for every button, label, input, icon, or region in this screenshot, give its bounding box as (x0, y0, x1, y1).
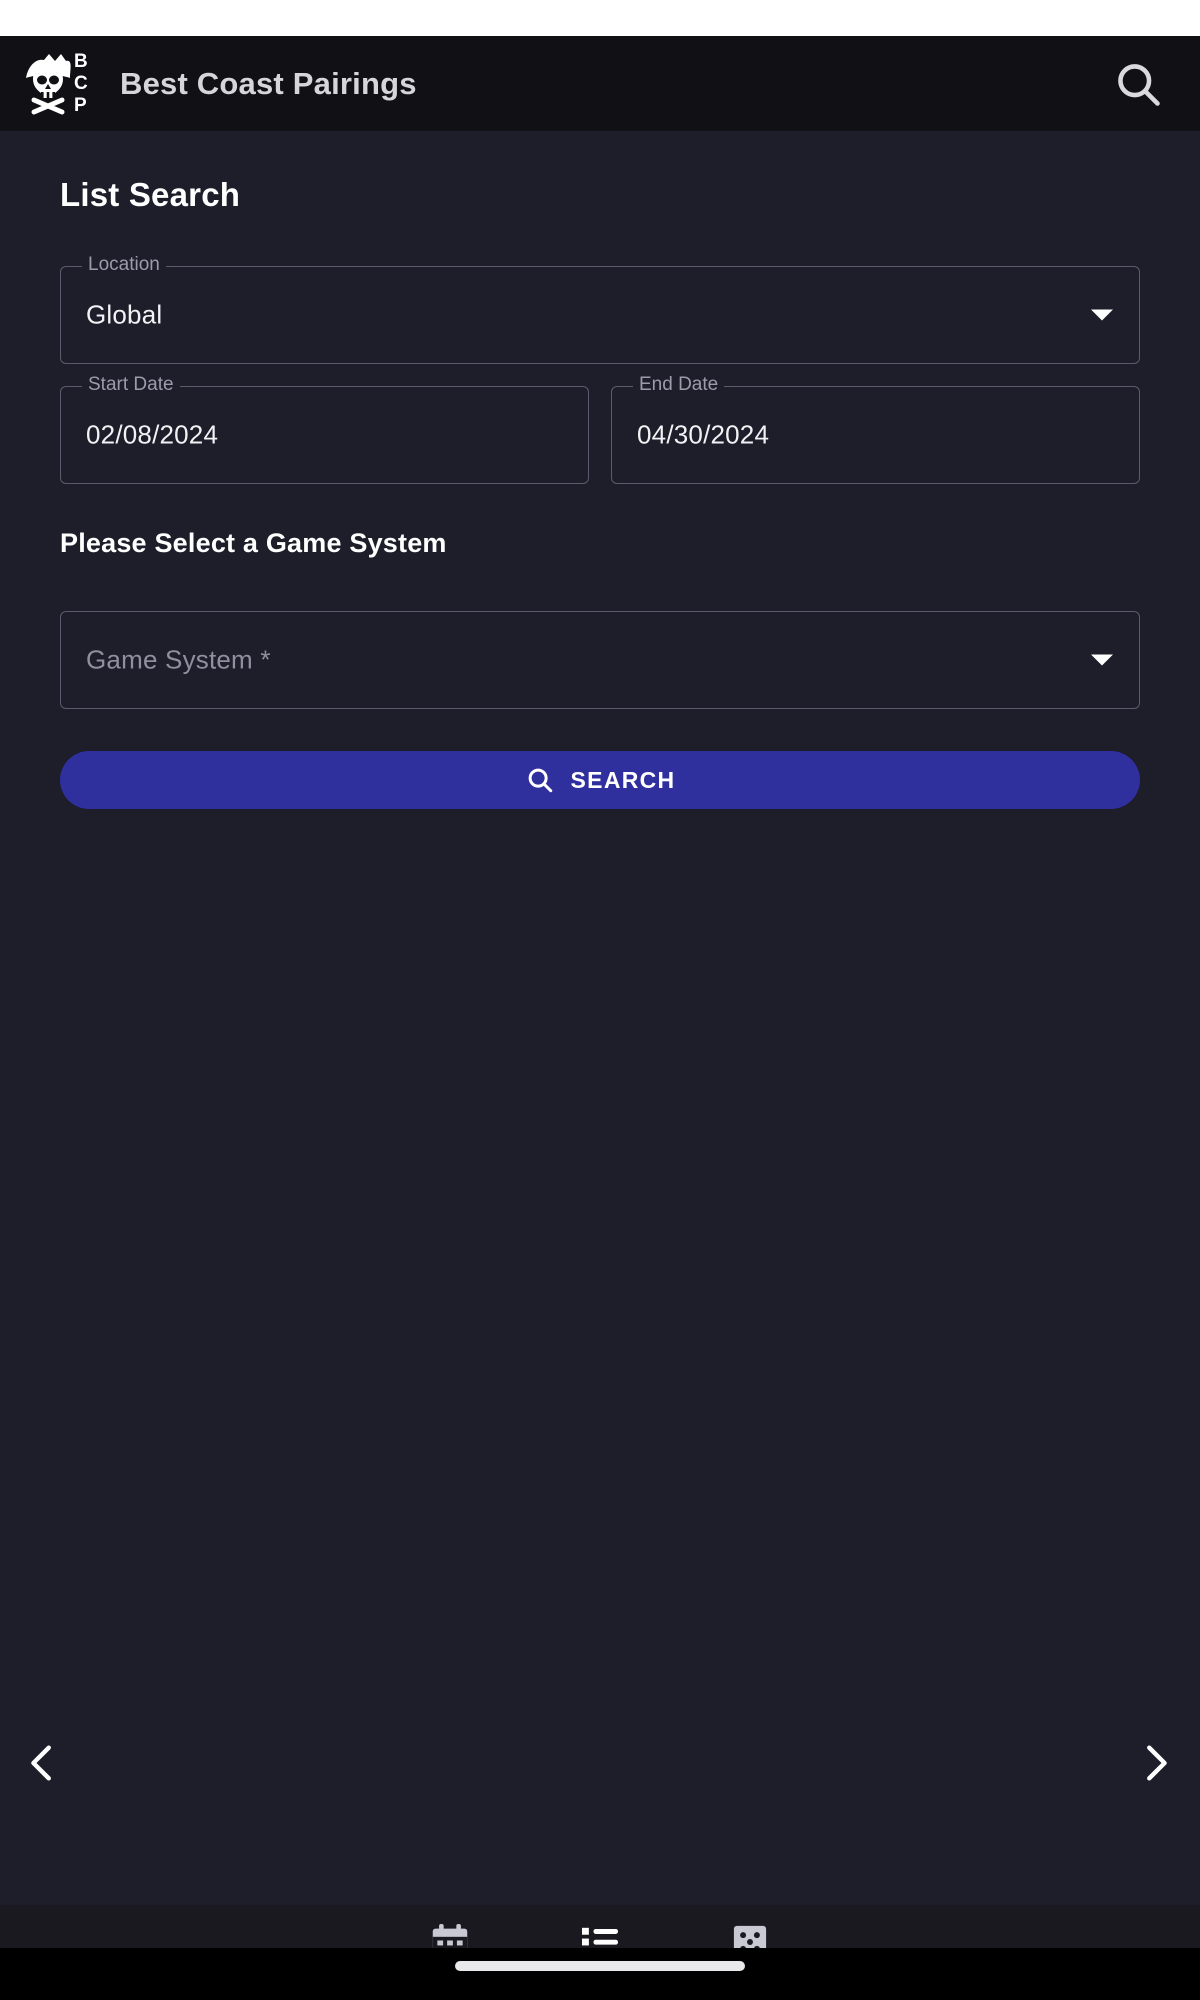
chevron-right-icon (1147, 1745, 1167, 1781)
app-logo[interactable]: B C P (22, 47, 94, 120)
location-value: Global (86, 299, 163, 330)
game-system-heading: Please Select a Game System (60, 528, 447, 558)
start-date-label: Start Date (82, 373, 180, 397)
search-form: Location Global Start Date 02/08/2024 En… (60, 253, 1140, 484)
page-body: List Search Location Global Start Date 0… (0, 131, 1200, 2000)
game-system-select[interactable]: Game System * (60, 611, 1140, 709)
carousel-next-button[interactable] (1132, 1740, 1178, 1786)
search-button[interactable]: SEARCH (60, 751, 1140, 809)
location-label: Location (82, 253, 166, 277)
search-button-label: SEARCH (570, 766, 676, 793)
carousel-prev-button[interactable] (20, 1740, 66, 1786)
search-icon[interactable] (1112, 58, 1164, 110)
app-title: Best Coast Pairings (120, 65, 417, 101)
end-date-input[interactable]: End Date 04/30/2024 (611, 373, 1140, 484)
game-system-placeholder: Game System * (86, 644, 271, 675)
location-outline (60, 266, 1140, 364)
caret-down-icon[interactable] (1091, 309, 1113, 321)
end-date-value: 04/30/2024 (637, 419, 770, 450)
start-date-value: 02/08/2024 (86, 419, 219, 450)
chevron-left-icon (31, 1745, 51, 1781)
end-date-label: End Date (633, 373, 725, 397)
svg-text:P: P (74, 95, 87, 116)
home-indicator-area (0, 1948, 1200, 2000)
status-bar (0, 0, 1200, 36)
bcp-pirate-skull-logo-icon: B C P (22, 47, 94, 120)
caret-down-icon[interactable] (1091, 654, 1113, 666)
start-date-input[interactable]: Start Date 02/08/2024 (60, 373, 589, 484)
home-indicator[interactable] (455, 1961, 745, 1971)
date-range-row: Start Date 02/08/2024 End Date 04/30/202… (60, 373, 1140, 484)
app-screen: B C P Best Coast Pairings List Search Lo… (0, 0, 1200, 2000)
svg-text:C: C (74, 73, 88, 94)
svg-text:B: B (74, 51, 88, 72)
game-system-wrap: Game System * (60, 611, 1140, 709)
search-icon (528, 768, 552, 793)
location-select[interactable]: Location Global (60, 253, 1140, 364)
app-bar: B C P Best Coast Pairings (0, 36, 1200, 131)
page-title: List Search (60, 176, 241, 213)
